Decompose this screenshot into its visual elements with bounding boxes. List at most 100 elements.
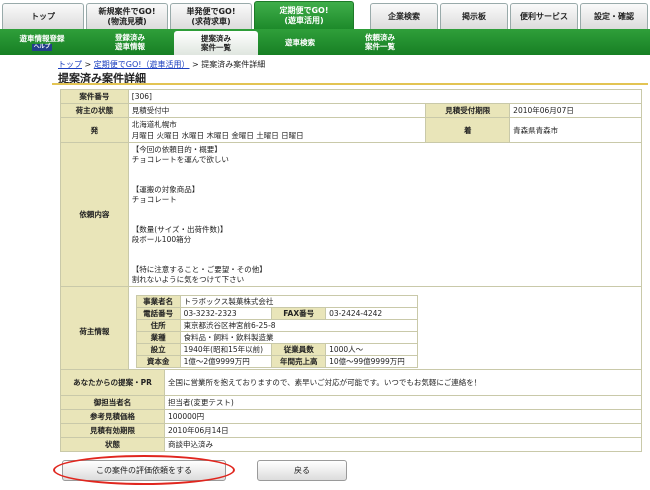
deadline-label: 見積受付期限 [425, 103, 511, 118]
state-value: 商談申込済み [164, 437, 642, 452]
subnav-label: 提案済み [201, 34, 231, 43]
state-label: 状態 [60, 437, 165, 452]
case-number-label: 案件番号 [60, 89, 129, 104]
tab-sublabel: (物流見積) [107, 16, 147, 26]
fax-label: FAX番号 [271, 307, 327, 320]
request-line: 【特に注意すること・ご要望・その他】 [131, 265, 267, 274]
request-line: 【数量(サイズ・出荷件数)】 [131, 225, 228, 234]
tab-label: 単発便でGO! [186, 6, 236, 16]
subnav-label: 遊車検索 [285, 37, 315, 47]
request-line [132, 215, 638, 225]
shipper-info-value: 事業者名 トラボックス製菓株式会社 電話番号 03-3232-2323 FAX番… [127, 286, 643, 377]
breadcrumb: トップ > 定期便でGO!（遊車活用） > 提案済み案件詳細 [58, 59, 265, 70]
tab-company-search[interactable]: 企業検索 [370, 3, 438, 29]
subnav-label: 依頼済み [365, 33, 395, 42]
fax-value: 03-2424-4242 [325, 307, 418, 320]
pr-label: あなたからの提案・PR [60, 369, 165, 396]
case-detail-table: 案件番号 [306] 荷主の状態 見積受付中 見積受付期限 2010年06月07… [60, 89, 643, 377]
origin-place: 北海道札幌市 [131, 120, 177, 129]
request-line [132, 205, 638, 215]
subnav-label: 遊車情報登録 [19, 33, 65, 43]
request-line: 割れないように気をつけて下さい [131, 275, 245, 284]
request-line: チョコレート [131, 195, 177, 204]
breadcrumb-home-link[interactable]: トップ [58, 60, 82, 69]
help-badge[interactable]: ヘルプ [31, 43, 53, 51]
price-label: 参考見積価格 [60, 409, 165, 424]
company-name-label: 事業者名 [135, 295, 181, 308]
request-line [132, 255, 638, 265]
annual-sales-value: 10億～99億9999万円 [325, 355, 418, 368]
top-navigation: トップ 新規案件でGO! (物流見積) 単発便でGO! (求荷求車) 定期便でG… [0, 0, 650, 29]
request-line: 段ボール100箱分 [131, 235, 192, 244]
valid-until-label: 見積有効期限 [60, 423, 165, 438]
tab-regular-trip[interactable]: 定期便でGO! (遊車活用) [254, 1, 354, 29]
tab-bulletin-board[interactable]: 掲示板 [440, 3, 508, 29]
subnav-registered-vehicles[interactable]: 登録済み 遊車情報 [92, 29, 168, 55]
shipper-status-label: 荷主の状態 [60, 103, 129, 118]
founded-value: 1940年(昭和15年以前) [179, 343, 273, 356]
sub-navigation: 遊車情報登録 ヘルプ 登録済み 遊車情報 提案済み 案件一覧 遊車検索 依頼済み… [0, 29, 650, 55]
origin-days: 月曜日 火曜日 水曜日 木曜日 金曜日 土曜日 日曜日 [131, 131, 304, 140]
employees-label: 従業員数 [271, 343, 327, 356]
address-value: 東京都渋谷区神宮前6-25-8 [179, 319, 418, 332]
origin-label: 発 [60, 117, 129, 143]
phone-value: 03-3232-2323 [179, 307, 273, 320]
phone-label: 電話番号 [135, 307, 181, 320]
tab-settings[interactable]: 設定・確認 [580, 3, 648, 29]
industry-value: 食料品・飼料・飲料製造業 [179, 331, 418, 344]
pr-value: 全国に営業所を抱えておりますので、素早いご対応が可能です。いつでもお気軽にご連絡… [164, 369, 642, 396]
tab-services[interactable]: 便利サービス [510, 3, 578, 29]
valid-until-value: 2010年06月14日 [164, 423, 642, 438]
tab-label: 新規案件でGO! [98, 6, 156, 16]
tab-new-case[interactable]: 新規案件でGO! (物流見積) [86, 3, 168, 29]
case-number-value: [306] [127, 89, 643, 104]
request-content-label: 依頼内容 [60, 142, 129, 287]
request-line [132, 175, 638, 185]
tab-label: 便利サービス [520, 11, 568, 21]
person-value: 担当者(変更テスト) [164, 395, 642, 410]
request-line: チョコレートを運んで欲しい [131, 155, 229, 164]
origin-value: 北海道札幌市 月曜日 火曜日 水曜日 木曜日 金曜日 土曜日 日曜日 [127, 117, 427, 143]
person-label: 御担当者名 [60, 395, 165, 410]
subnav-proposed-cases[interactable]: 提案済み 案件一覧 [174, 31, 258, 55]
subnav-requested-cases[interactable]: 依頼済み 案件一覧 [342, 29, 418, 55]
tab-sublabel: (遊車活用) [284, 15, 324, 25]
breadcrumb-current: 提案済み案件詳細 [201, 60, 266, 69]
request-line: 【運搬の対象商品】 [131, 185, 200, 194]
tab-sublabel: (求荷求車) [191, 16, 231, 26]
employees-value: 1000人～ [325, 343, 418, 356]
tab-label: 定期便でGO! [279, 5, 329, 15]
breadcrumb-regular-trip-link[interactable]: 定期便でGO!（遊車活用） [94, 60, 190, 69]
subnav-sublabel: 案件一覧 [201, 43, 231, 52]
founded-label: 設立 [135, 343, 181, 356]
subnav-label: 登録済み [115, 33, 145, 42]
destination-label: 着 [425, 117, 511, 143]
request-line [132, 165, 638, 175]
destination-value: 青森県青森市 [509, 117, 642, 143]
shipper-status-value: 見積受付中 [127, 103, 427, 118]
breadcrumb-separator: > [192, 60, 199, 69]
address-label: 住所 [135, 319, 181, 332]
tab-single-trip[interactable]: 単発便でGO! (求荷求車) [170, 3, 252, 29]
capital-label: 資本金 [135, 355, 181, 368]
subnav-register-vehicle[interactable]: 遊車情報登録 ヘルプ [2, 29, 82, 55]
request-line: 【今回の依頼目的・概要】 [131, 145, 222, 154]
price-value: 100000円 [164, 409, 642, 424]
subnav-sublabel: 案件一覧 [365, 42, 395, 51]
proposal-table: あなたからの提案・PR 全国に営業所を抱えておりますので、素早いご対応が可能です… [60, 369, 642, 452]
breadcrumb-separator: > [84, 60, 92, 69]
tab-label: 掲示板 [462, 11, 486, 21]
shipper-info-label: 荷主情報 [60, 286, 129, 377]
tab-label: 設定・確認 [594, 11, 634, 21]
request-content-value: 【今回の依頼目的・概要】 チョコレートを運んで欲しい 【運搬の対象商品】 チョコ… [127, 142, 643, 287]
subnav-vehicle-search[interactable]: 遊車検索 [262, 29, 338, 55]
tab-label: 企業検索 [388, 11, 420, 21]
tab-label: トップ [31, 11, 55, 21]
request-evaluation-button[interactable]: この案件の評価依頼をする [62, 460, 226, 481]
annual-sales-label: 年間売上高 [271, 355, 327, 368]
subnav-sublabel: 遊車情報 [115, 42, 145, 51]
back-button[interactable]: 戻る [257, 460, 347, 481]
capital-value: 1億～2億9999万円 [179, 355, 273, 368]
request-line [132, 245, 638, 255]
tab-top[interactable]: トップ [2, 3, 84, 29]
